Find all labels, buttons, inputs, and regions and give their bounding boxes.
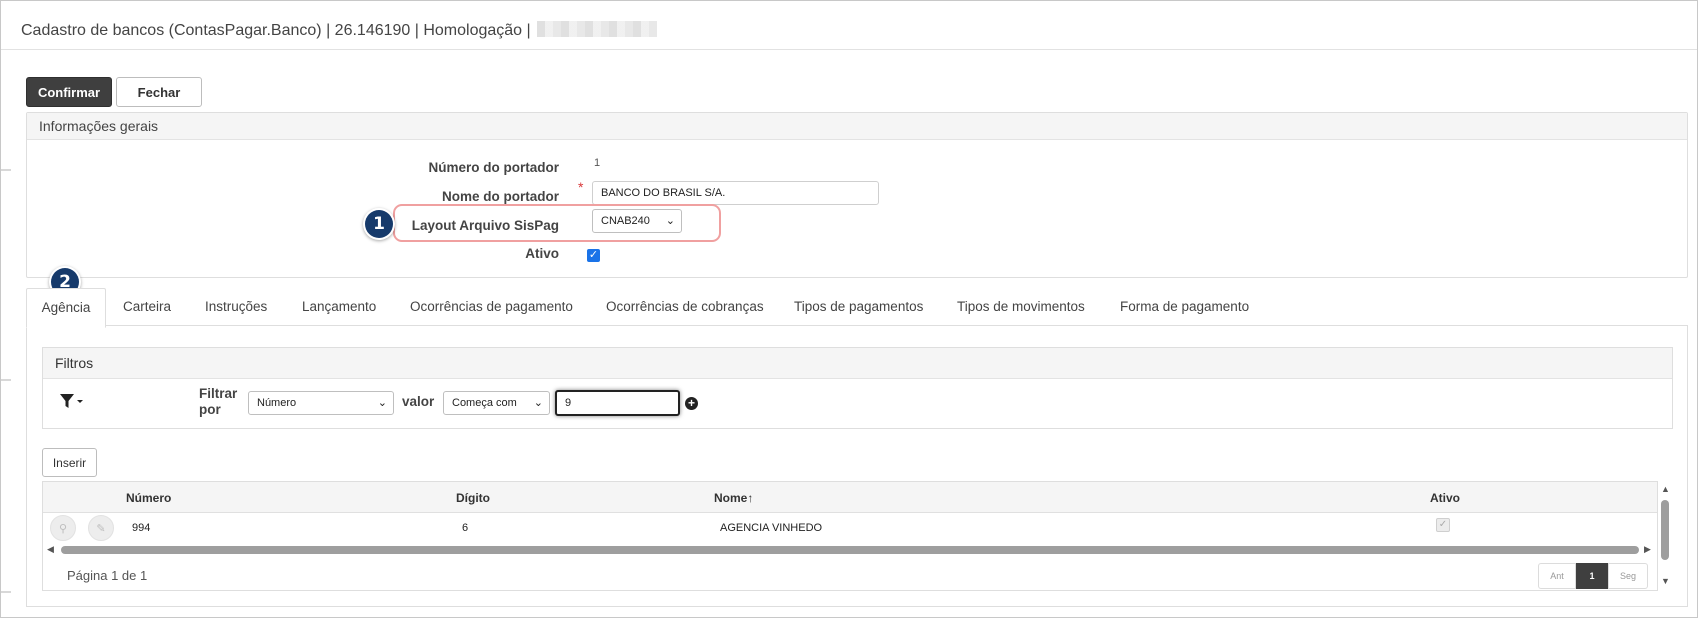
chevron-down-icon: ⌄ (533, 397, 543, 409)
scrollbar-thumb[interactable] (61, 546, 1639, 554)
plus-circle-icon[interactable]: + (685, 397, 698, 410)
close-button[interactable]: Fechar (116, 77, 202, 107)
prev-page-button[interactable]: Ant (1538, 563, 1576, 589)
blurred-environment-label (536, 21, 657, 37)
app-window: Cadastro de bancos (ContasPagar.Banco) |… (0, 0, 1698, 618)
cell-digito: 6 (462, 522, 469, 534)
chevron-down-icon: ⌄ (377, 397, 387, 409)
scrollbar-thumb[interactable] (1661, 500, 1669, 560)
layout-sispag-select[interactable]: CNAB240 ⌄ (592, 209, 682, 233)
divider (1, 169, 11, 171)
title-bar: Cadastro de bancos (ContasPagar.Banco) |… (1, 1, 1697, 50)
layout-sispag-label: Layout Arquivo SisPag (411, 218, 559, 233)
step-marker-1: 1 (365, 210, 393, 238)
divider (1, 591, 11, 593)
column-header-ativo[interactable]: Ativo (1430, 491, 1460, 505)
filters-header: Filtros (43, 348, 1672, 379)
next-page-button[interactable]: Seg (1608, 563, 1648, 589)
divider (1, 379, 11, 381)
numero-portador-label: Número do portador (428, 160, 560, 175)
search-icon[interactable]: ⚲ (50, 515, 76, 541)
pagination: Ant 1 Seg (1538, 563, 1648, 589)
ativo-label: Ativo (525, 246, 559, 261)
tab-agencia[interactable]: Agência (26, 288, 106, 328)
filter-field-select[interactable]: Número ⌄ (248, 391, 394, 415)
cell-numero: 994 (132, 522, 151, 534)
page-1-button[interactable]: 1 (1576, 563, 1608, 589)
panel-header: Informações gerais (27, 113, 1687, 140)
scroll-up-icon[interactable]: ▲ (1661, 484, 1670, 494)
tab-ocorrencias-cobrancas[interactable]: Ocorrências de cobranças (606, 288, 764, 326)
column-header-nome[interactable]: Nome↑ (714, 491, 753, 505)
filters-panel: Filtros Filtrar por (42, 347, 1673, 429)
scroll-left-icon[interactable]: ◀ (47, 544, 54, 555)
filter-by-label: Filtrar por (199, 386, 238, 417)
data-table: Número Dígito Nome↑ Ativo ⚲ ✎ 994 6 AGEN… (42, 481, 1658, 591)
layout-sispag-value: CNAB240 (601, 215, 650, 227)
tab-forma-pagamento[interactable]: Forma de pagamento (1120, 288, 1249, 326)
horizontal-scrollbar[interactable]: ◀ ▶ (43, 543, 1657, 557)
tab-tipos-pagamentos[interactable]: Tipos de pagamentos (794, 288, 923, 326)
page-title: Cadastro de bancos (ContasPagar.Banco) |… (21, 21, 657, 40)
ativo-checkbox[interactable]: ✓ (587, 249, 600, 262)
confirm-button[interactable]: Confirmar (26, 77, 112, 107)
cell-nome: AGENCIA VINHEDO (720, 522, 823, 534)
table-header: Número Dígito Nome↑ Ativo (43, 482, 1657, 513)
nome-portador-input[interactable]: BANCO DO BRASIL S/A. (592, 181, 879, 205)
vertical-scrollbar[interactable]: ▲ ▼ (1658, 484, 1672, 589)
scroll-right-icon[interactable]: ▶ (1644, 544, 1651, 555)
filter-icon[interactable] (59, 392, 85, 410)
tab-instrucoes[interactable]: Instruções (205, 288, 267, 326)
valor-label: valor (402, 394, 435, 409)
tab-lancamento[interactable]: Lançamento (302, 288, 376, 326)
scroll-down-icon[interactable]: ▼ (1661, 576, 1670, 586)
insert-button[interactable]: Inserir (42, 448, 97, 477)
tab-ocorrencias-pagamento[interactable]: Ocorrências de pagamento (410, 288, 573, 326)
cell-ativo-checkbox: ✓ (1436, 518, 1450, 532)
tab-carteira[interactable]: Carteira (123, 288, 171, 326)
column-header-numero[interactable]: Número (126, 491, 171, 505)
tab-tipos-movimentos[interactable]: Tipos de movimentos (957, 288, 1085, 326)
sort-ascending-icon: ↑ (747, 491, 754, 505)
chevron-down-icon: ⌄ (665, 215, 675, 227)
filter-operator-select[interactable]: Começa com ⌄ (443, 391, 550, 415)
pencil-icon[interactable]: ✎ (88, 515, 114, 541)
filter-operator-value: Começa com (452, 397, 517, 409)
numero-portador-value: 1 (594, 157, 601, 169)
pagination-info: Página 1 de 1 (67, 568, 148, 583)
column-header-digito[interactable]: Dígito (456, 491, 490, 505)
filter-value-input[interactable]: 9 (555, 390, 680, 416)
filter-field-value: Número (257, 397, 297, 409)
nome-portador-label: Nome do portador (442, 189, 559, 204)
required-indicator: * (578, 179, 584, 195)
